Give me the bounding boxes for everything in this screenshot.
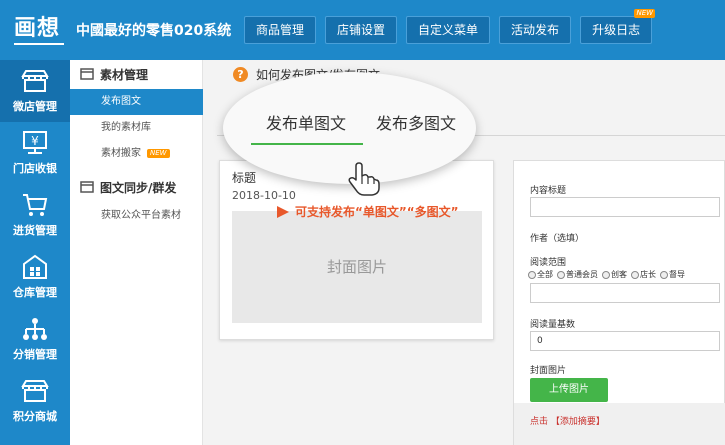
folder-icon [80,181,94,193]
read-scope-input[interactable] [530,283,720,303]
preview-cover: 封面图片 [232,211,482,323]
radio-supervisor[interactable]: 督导 [660,269,685,280]
sidebar-label: 分销管理 [13,348,57,361]
nav-custom-menu[interactable]: 自定义菜单 [406,16,491,44]
question-icon: ? [233,67,248,82]
submenu-item-label: 素材搬家 [101,148,141,159]
submenu-group-title: 图文同步/群发 [100,180,177,195]
abstract-prefix: 点击 [530,417,549,427]
sidebar-item-warehouse[interactable]: 仓库管理 [0,246,70,308]
radio-circle [528,270,536,279]
upload-image-button[interactable]: 上传图片 [530,378,608,402]
top-bar: 画想 中國最好的零售020系统 商品管理 店铺设置 自定义菜单 活动发布 升级日… [0,0,725,60]
sub-menu: 素材管理 发布图文 我的素材库 素材搬家 NEW 图文同步/群发 获取公众平台素材 [70,60,203,445]
author-label: 作者（选填） [530,234,585,244]
preview-title: 标题 [232,171,257,185]
points-mall-icon [21,380,49,402]
radio-label: 全部 [537,270,553,279]
radio-label: 创客 [611,270,627,279]
radio-circle [631,270,639,279]
sidebar-label: 积分商城 [13,410,57,423]
submenu-item-fetch-platform[interactable]: 获取公众平台素材 [70,203,203,229]
radio-circle [557,270,565,279]
distribution-icon [23,318,47,340]
top-nav: 商品管理 店铺设置 自定义菜单 活动发布 升级日志 NEW [244,9,656,44]
submenu-item-label: 获取公众平台素材 [101,210,181,221]
cover-label: 封面图片 [530,366,567,376]
radio-label: 店长 [640,270,656,279]
submenu-item-label: 发布图文 [101,96,141,107]
left-sidebar: 微店管理 ¥ 门店收银 进货管理 仓库管理 分销管理 积分商城 [0,60,70,445]
radio-label: 督导 [669,270,685,279]
sidebar-item-micro-store[interactable]: 微店管理 [0,60,70,122]
sidebar-item-cashier[interactable]: ¥ 门店收银 [0,122,70,184]
preview-date: 2018-10-10 [232,189,296,202]
tab-single-article[interactable]: 发布单图文 [266,110,346,134]
radio-circle [660,270,668,279]
nav-goods-management[interactable]: 商品管理 [244,16,317,44]
radio-member[interactable]: 普通会员 [557,269,598,280]
radio-circle [602,270,610,279]
sidebar-item-points-mall[interactable]: 积分商城 [0,370,70,432]
new-badge: NEW [147,148,170,158]
nav-label: 活动发布 [511,23,560,37]
svg-text:¥: ¥ [31,134,39,148]
add-abstract-row: 点击 【添加摘要】 [530,414,605,427]
site-title: 中國最好的零售020系统 [76,23,232,39]
read-count-label: 阅读量基数 [530,320,576,330]
nav-upgrade-log[interactable]: 升级日志 NEW [580,9,656,44]
folder-icon [80,68,94,80]
nav-activity-publish[interactable]: 活动发布 [499,16,572,44]
callout-text: 可支持发布“单图文”“多图文” [295,205,459,219]
new-badge: NEW [634,9,656,18]
radio-maker[interactable]: 创客 [602,269,627,280]
article-form: 内容标题 作者（选填） 阅读范围 全部 普通会员 创客 店长 督导 阅读量基数 … [513,160,725,445]
cart-icon [23,194,48,216]
logo: 画想 [14,16,61,41]
content-title-input[interactable] [530,197,720,217]
feature-callout: 可支持发布“单图文”“多图文” [277,203,459,220]
shop-icon [21,70,49,92]
submenu-item-label: 我的素材库 [101,122,151,133]
read-scope-radios: 全部 普通会员 创客 店长 督导 [528,269,685,280]
submenu-item-material-move[interactable]: 素材搬家 NEW [70,141,203,167]
submenu-item-publish-article[interactable]: 发布图文 [70,89,203,115]
add-abstract-link[interactable]: 【添加摘要】 [551,417,605,427]
sidebar-label: 进货管理 [13,224,57,237]
sidebar-label: 门店收银 [13,162,57,175]
radio-all[interactable]: 全部 [528,269,553,280]
arrow-right-icon [277,205,289,218]
active-tab-underline [251,143,363,145]
radio-label: 普通会员 [566,270,598,279]
radio-manager[interactable]: 店长 [631,269,656,280]
sidebar-label: 仓库管理 [13,286,57,299]
nav-store-settings[interactable]: 店铺设置 [325,16,398,44]
submenu-item-my-library[interactable]: 我的素材库 [70,115,203,141]
nav-label: 店铺设置 [337,23,386,37]
warehouse-icon [23,254,47,279]
read-count-input[interactable]: 0 [530,331,720,351]
nav-label: 商品管理 [256,23,305,37]
sidebar-label: 微店管理 [13,100,57,113]
logo-underline [14,43,64,45]
app-frame: 画想 中國最好的零售020系统 商品管理 店铺设置 自定义菜单 活动发布 升级日… [0,0,725,445]
cashier-icon: ¥ [23,131,47,154]
content-title-label: 内容标题 [530,186,567,196]
read-scope-label: 阅读范围 [530,258,567,268]
hand-pointer-icon [348,162,380,196]
sidebar-item-purchase[interactable]: 进货管理 [0,184,70,246]
sidebar-item-distribution[interactable]: 分销管理 [0,308,70,370]
submenu-group-title: 素材管理 [100,67,149,82]
submenu-group-sync: 图文同步/群发 [80,177,176,197]
tab-multi-article[interactable]: 发布多图文 [376,110,456,134]
submenu-group-material: 素材管理 [80,64,148,84]
nav-label: 升级日志 [592,23,641,37]
nav-label: 自定义菜单 [418,23,479,37]
